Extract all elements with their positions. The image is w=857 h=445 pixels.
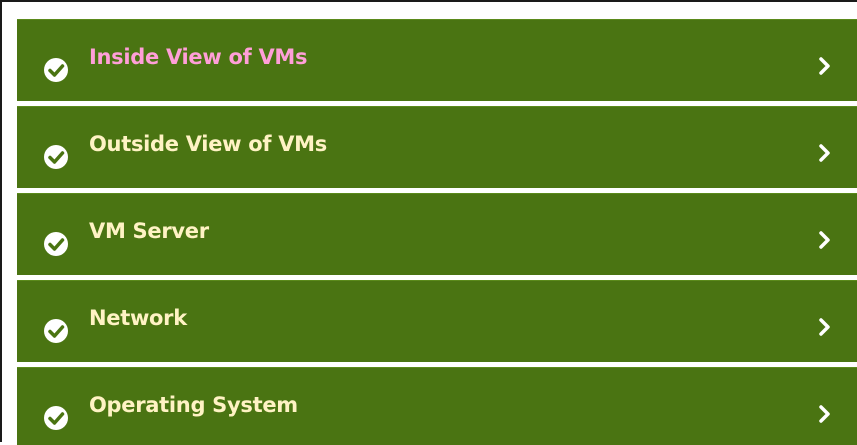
chevron-right-icon[interactable] <box>817 403 833 425</box>
check-circle-icon <box>44 145 68 169</box>
menu-item-label: Operating System <box>89 393 298 417</box>
chevron-right-icon[interactable] <box>817 55 833 77</box>
menu-item-outside-view-of-vms[interactable]: Outside View of VMs <box>17 106 857 188</box>
chevron-right-icon[interactable] <box>817 316 833 338</box>
check-circle-icon <box>44 319 68 343</box>
menu-item-label: VM Server <box>89 219 209 243</box>
chevron-right-icon[interactable] <box>817 142 833 164</box>
check-circle-icon <box>44 406 68 430</box>
menu-item-label: Network <box>89 306 187 330</box>
menu-frame: Inside View of VMs Outside View of VMs V… <box>0 0 857 445</box>
check-circle-icon <box>44 232 68 256</box>
chevron-right-icon[interactable] <box>817 229 833 251</box>
menu-item-label: Inside View of VMs <box>89 45 308 69</box>
accordion-menu: Inside View of VMs Outside View of VMs V… <box>17 19 857 445</box>
menu-item-operating-system[interactable]: Operating System <box>17 367 857 445</box>
menu-item-label: Outside View of VMs <box>89 132 327 156</box>
check-circle-icon <box>44 58 68 82</box>
menu-item-network[interactable]: Network <box>17 280 857 362</box>
menu-item-vm-server[interactable]: VM Server <box>17 193 857 275</box>
menu-item-inside-view-of-vms[interactable]: Inside View of VMs <box>17 19 857 101</box>
